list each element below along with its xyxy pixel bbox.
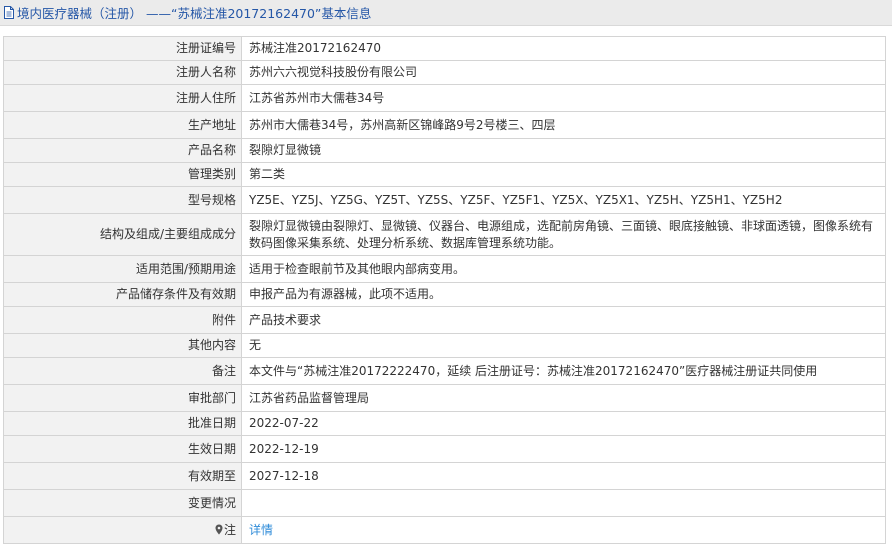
table-row: 注册人名称 苏州六六视觉科技股份有限公司 (3, 60, 886, 85)
table-row: 附件 产品技术要求 (3, 306, 886, 334)
row-label: 审批部门 (3, 384, 242, 412)
table-row: 有效期至 2027-12-18 (3, 462, 886, 490)
table-row: 变更情况 (3, 489, 886, 517)
row-label: 有效期至 (3, 462, 242, 490)
row-value: 产品技术要求 (241, 306, 886, 334)
row-value: YZ5E、YZ5J、YZ5G、YZ5T、YZ5S、YZ5F、YZ5F1、YZ5X… (241, 186, 886, 214)
row-label: 适用范围/预期用途 (3, 255, 242, 283)
row-value (241, 489, 886, 517)
row-value: 江苏省药品监督管理局 (241, 384, 886, 412)
table-row: 适用范围/预期用途 适用于检查眼前节及其他眼内部病变用。 (3, 255, 886, 283)
row-label: 附件 (3, 306, 242, 334)
note-label-cell: 注 (3, 516, 242, 544)
page-header: 境内医疗器械（注册） ——“苏械注准20172162470”基本信息 (0, 0, 892, 26)
table-row: 批准日期 2022-07-22 (3, 411, 886, 436)
row-value: 本文件与“苏械注准20172222470，延续 后注册证号：苏械注准201721… (241, 357, 886, 385)
table-row: 生产地址 苏州市大儒巷34号，苏州高新区锦峰路9号2号楼三、四层 (3, 111, 886, 139)
table-row: 审批部门 江苏省药品监督管理局 (3, 384, 886, 412)
table-row: 注册证编号 苏械注准20172162470 (3, 36, 886, 61)
row-value: 苏械注准20172162470 (241, 36, 886, 61)
row-label: 注册人名称 (3, 60, 242, 85)
row-value: 苏州市大儒巷34号，苏州高新区锦峰路9号2号楼三、四层 (241, 111, 886, 139)
row-label: 生产地址 (3, 111, 242, 139)
row-value: 江苏省苏州市大儒巷34号 (241, 84, 886, 112)
table-row: 备注 本文件与“苏械注准20172222470，延续 后注册证号：苏械注准201… (3, 357, 886, 385)
page-title: 境内医疗器械（注册） ——“苏械注准20172162470”基本信息 (17, 6, 372, 21)
table-row: 管理类别 第二类 (3, 162, 886, 187)
table-row: 其他内容 无 (3, 333, 886, 358)
info-table: 注册证编号 苏械注准20172162470 注册人名称 苏州六六视觉科技股份有限… (3, 36, 886, 544)
row-label: 注册人住所 (3, 84, 242, 112)
row-label: 产品储存条件及有效期 (3, 282, 242, 307)
row-value: 2022-07-22 (241, 411, 886, 436)
note-value-cell: 详情 (241, 516, 886, 544)
row-label: 管理类别 (3, 162, 242, 187)
row-label: 结构及组成/主要组成成分 (3, 213, 242, 256)
row-value: 第二类 (241, 162, 886, 187)
row-value: 2027-12-18 (241, 462, 886, 490)
row-value: 苏州六六视觉科技股份有限公司 (241, 60, 886, 85)
table-row: 生效日期 2022-12-19 (3, 435, 886, 463)
table-row: 结构及组成/主要组成成分 裂隙灯显微镜由裂隙灯、显微镜、仪器台、电源组成，选配前… (3, 213, 886, 256)
table-row: 产品储存条件及有效期 申报产品为有源器械，此项不适用。 (3, 282, 886, 307)
row-label: 型号规格 (3, 186, 242, 214)
row-label: 产品名称 (3, 138, 242, 163)
row-value: 申报产品为有源器械，此项不适用。 (241, 282, 886, 307)
row-label: 生效日期 (3, 435, 242, 463)
note-label: 注 (223, 522, 236, 537)
row-label: 其他内容 (3, 333, 242, 358)
row-value: 裂隙灯显微镜 (241, 138, 886, 163)
row-value: 适用于检查眼前节及其他眼内部病变用。 (241, 255, 886, 283)
row-label: 变更情况 (3, 489, 242, 517)
map-pin-icon (215, 524, 223, 534)
row-label: 备注 (3, 357, 242, 385)
row-label: 批准日期 (3, 411, 242, 436)
details-link[interactable]: 详情 (249, 523, 273, 537)
document-icon (4, 6, 14, 19)
table-row: 型号规格 YZ5E、YZ5J、YZ5G、YZ5T、YZ5S、YZ5F、YZ5F1… (3, 186, 886, 214)
row-label: 注册证编号 (3, 36, 242, 61)
table-row: 注册人住所 江苏省苏州市大儒巷34号 (3, 84, 886, 112)
note-row: 注 详情 (3, 516, 886, 544)
row-value: 无 (241, 333, 886, 358)
table-row: 产品名称 裂隙灯显微镜 (3, 138, 886, 163)
row-value: 2022-12-19 (241, 435, 886, 463)
row-value: 裂隙灯显微镜由裂隙灯、显微镜、仪器台、电源组成，选配前房角镜、三面镜、眼底接触镜… (241, 213, 886, 256)
